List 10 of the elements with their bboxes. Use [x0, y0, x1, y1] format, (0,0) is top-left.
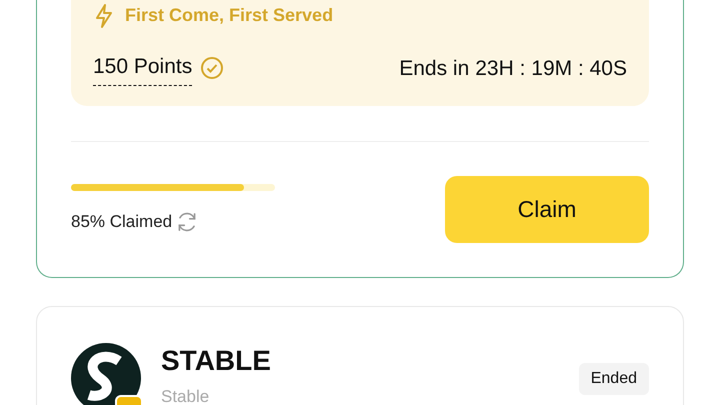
project-subtitle: Stable	[161, 386, 210, 405]
claim-button[interactable]: Claim	[445, 176, 649, 242]
claimed-percentage: 85% Claimed	[71, 211, 172, 234]
status-badge: Ended	[578, 362, 649, 394]
ends-label: Ends in	[399, 56, 470, 82]
points-amount: 150 Points	[93, 51, 192, 86]
project-name: STABLE	[161, 344, 271, 378]
countdown-timer: 23H : 19M : 40S	[475, 56, 627, 82]
lightning-icon	[93, 2, 115, 28]
offer-tag: First Come, First Served	[125, 2, 334, 29]
